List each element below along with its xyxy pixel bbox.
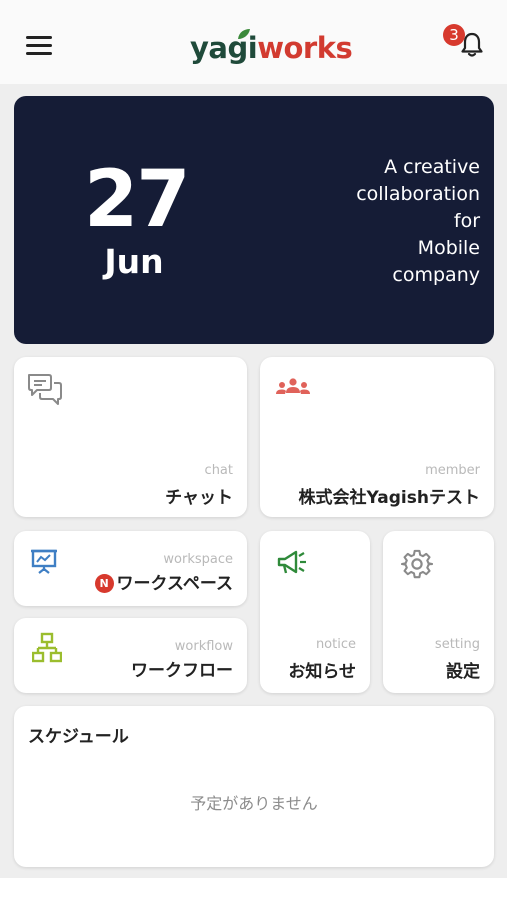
workspace-tile-label-row: N ワークスペース [94,569,233,594]
chat-tile-label: チャット [165,488,233,508]
workspace-tile[interactable]: workspace N ワークスペース [14,531,247,606]
app-header: yagiworks 3 [0,0,507,84]
app-logo[interactable]: yagiworks [190,26,353,70]
member-tile-subtitle: member [425,463,480,478]
hamburger-icon[interactable] [26,36,52,56]
chat-tile-subtitle: chat [204,463,233,478]
bottom-spacer [0,878,507,900]
leaf-icon [238,29,250,39]
schedule-empty-message: 予定がありません [190,794,318,813]
new-badge: N [94,574,114,593]
workspace-tile-label: ワークスペース [116,574,233,594]
notification-button[interactable]: 3 [440,24,490,64]
notice-tile-subtitle: notice [315,637,356,652]
notice-tile[interactable]: notice お知らせ [260,531,370,693]
chat-bubbles-icon [28,374,62,405]
megaphone-icon [277,550,306,574]
workflow-tile-subtitle: workflow [174,639,233,654]
presentation-board-icon [31,549,57,574]
setting-tile[interactable]: setting 設定 [383,531,494,693]
tagline: A creative collaboration for Mobile comp… [356,156,480,286]
workspace-tile-subtitle: workspace [163,552,233,567]
notice-tile-label: お知らせ [288,662,356,682]
workflow-tile-label: ワークフロー [131,661,233,681]
schedule-panel[interactable]: スケジュール 予定がありません [14,706,494,867]
group-icon [276,378,310,394]
current-day: 27 [84,155,191,245]
chat-tile[interactable]: chat チャット [14,357,247,517]
gear-icon [401,549,433,579]
org-chart-icon [32,632,62,663]
setting-tile-subtitle: setting [434,637,480,652]
date-banner: 27 Jun A creative collaboration for Mobi… [14,96,494,344]
current-month: Jun [104,242,164,281]
workflow-tile[interactable]: workflow ワークフロー [14,618,247,693]
notification-count-badge: 3 [443,24,465,46]
schedule-title: スケジュール [28,727,129,747]
member-tile-label: 株式会社Yagishテスト [298,488,480,508]
setting-tile-label: 設定 [446,662,480,682]
logo-text-works: works [257,31,353,65]
member-tile[interactable]: member 株式会社Yagishテスト [260,357,494,517]
